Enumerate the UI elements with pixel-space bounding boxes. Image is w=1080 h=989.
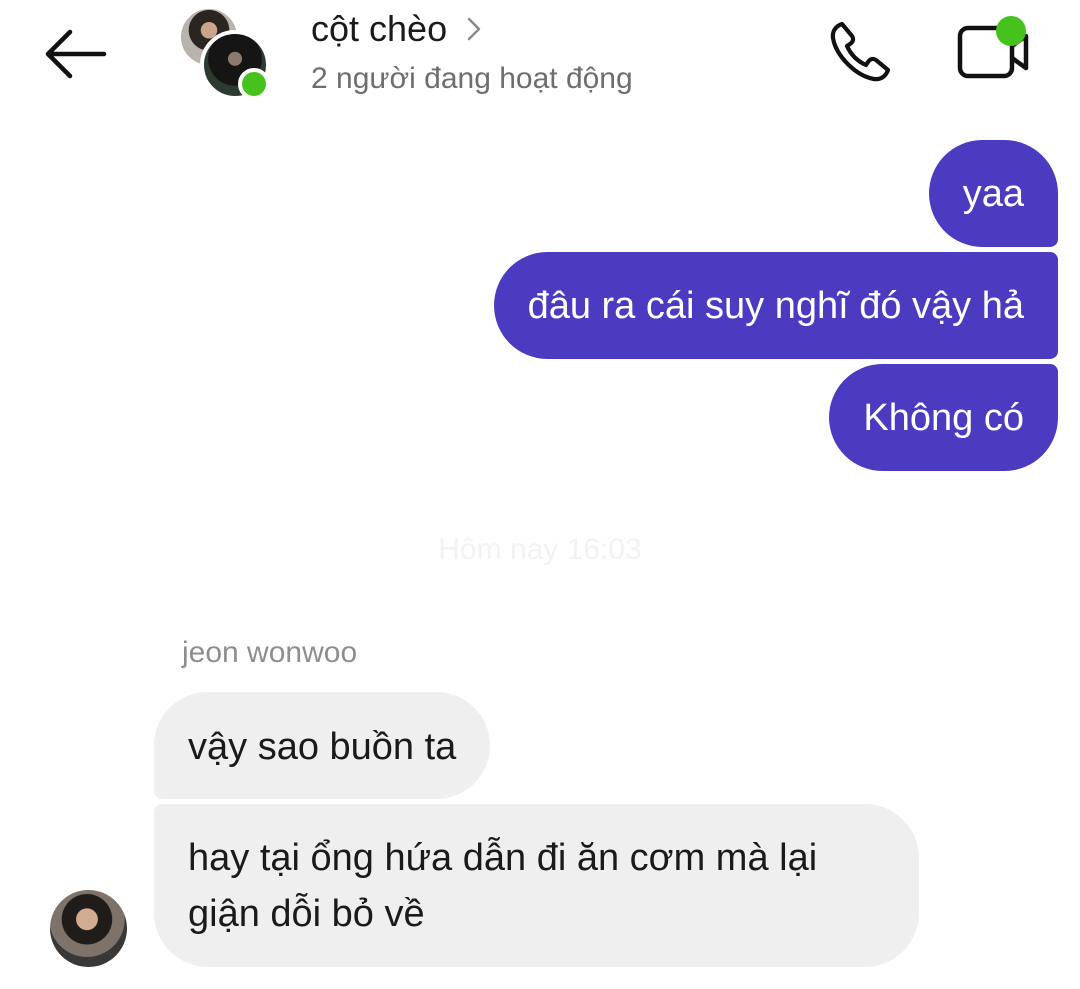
phone-icon[interactable] bbox=[826, 18, 894, 86]
conversation-title: cột chèo bbox=[311, 8, 448, 49]
sender-avatar[interactable] bbox=[50, 890, 127, 967]
sender-name: jeon wonwoo bbox=[182, 636, 358, 669]
chevron-right-icon bbox=[467, 17, 481, 41]
outgoing-message-3[interactable]: Không có bbox=[829, 364, 1058, 471]
message-text: Không có bbox=[863, 397, 1024, 439]
message-text: đâu ra cái suy nghĩ đó vậy hả bbox=[527, 285, 1024, 327]
chat-header: cột chèo 2 người đang hoạt động bbox=[0, 0, 1080, 112]
conversation-title-row[interactable]: cột chèo bbox=[311, 8, 483, 50]
back-arrow-icon[interactable] bbox=[42, 26, 112, 82]
message-timestamp: Hôm nay 16:03 bbox=[438, 533, 642, 566]
message-text: yaa bbox=[962, 173, 1024, 215]
outgoing-message-1[interactable]: yaa bbox=[928, 140, 1058, 247]
message-text: hay tại ổng hứa dẫn đi ăn cơm mà lại giậ… bbox=[188, 837, 818, 935]
outgoing-message-2[interactable]: đâu ra cái suy nghĩ đó vậy hả bbox=[493, 252, 1058, 359]
message-text: vậy sao buồn ta bbox=[188, 726, 457, 768]
active-status-text: 2 người đang hoạt động bbox=[311, 62, 633, 95]
video-online-dot bbox=[996, 16, 1026, 46]
incoming-message-1[interactable]: vậy sao buồn ta bbox=[154, 692, 491, 799]
group-avatar[interactable] bbox=[178, 6, 274, 102]
incoming-message-2[interactable]: hay tại ổng hứa dẫn đi ăn cơm mà lại giậ… bbox=[154, 804, 919, 967]
online-status-dot bbox=[238, 68, 270, 100]
